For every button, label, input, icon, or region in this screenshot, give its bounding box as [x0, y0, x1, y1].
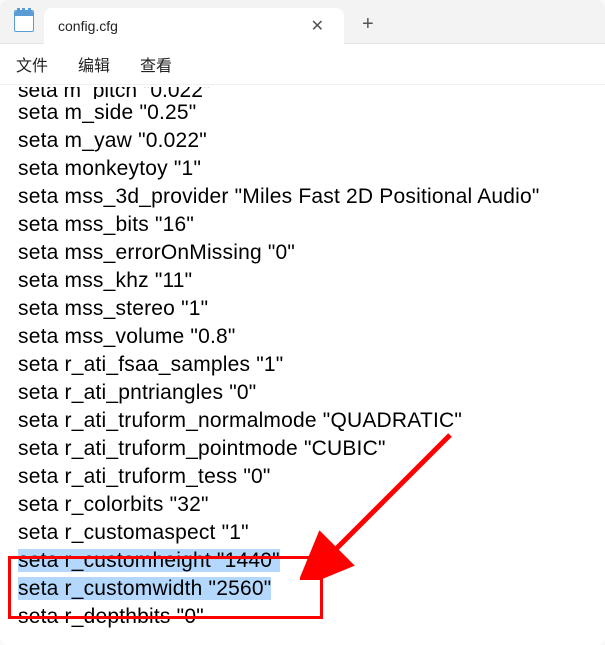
config-line: seta mss_stereo "1": [18, 295, 587, 323]
watermark-icon: [537, 618, 551, 632]
config-line: seta r_ati_truform_pointmode "CUBIC": [18, 435, 587, 463]
config-line: seta mss_errorOnMissing "0": [18, 239, 587, 267]
config-line-highlighted: seta r_customheight "1440": [18, 547, 587, 575]
menu-view[interactable]: 查看: [140, 52, 172, 76]
config-line-highlighted: seta r_customwidth "2560": [18, 575, 587, 603]
config-line: seta r_ati_truform_tess "0": [18, 463, 587, 491]
config-line: seta r_colorbits "32": [18, 491, 587, 519]
editor-window: config.cfg ✕ + 文件 编辑 查看 seta m_pitch "0.…: [0, 0, 605, 645]
tab-bar: config.cfg ✕ +: [0, 0, 605, 44]
new-tab-button[interactable]: +: [344, 13, 392, 36]
watermark-text: 小黑盒: [555, 616, 591, 633]
menu-bar: 文件 编辑 查看: [0, 44, 605, 85]
config-line: seta monkeytoy "1": [18, 155, 587, 183]
watermark: 小黑盒: [537, 616, 591, 633]
config-line: seta mss_khz "11": [18, 267, 587, 295]
config-line: seta mss_bits "16": [18, 211, 587, 239]
config-line: seta r_customaspect "1": [18, 519, 587, 547]
config-line: seta mss_3d_provider "Miles Fast 2D Posi…: [18, 183, 587, 211]
config-line: seta m_yaw "0.022": [18, 127, 587, 155]
notepad-app-icon: [14, 10, 34, 34]
config-line: seta r_ati_fsaa_samples "1": [18, 351, 587, 379]
close-tab-icon[interactable]: ✕: [305, 14, 330, 38]
config-line: seta mss_volume "0.8": [18, 323, 587, 351]
config-line: seta m_side "0.25": [18, 99, 587, 127]
tab-title: config.cfg: [58, 18, 305, 34]
menu-file[interactable]: 文件: [16, 52, 48, 76]
config-line: seta r_ati_truform_normalmode "QUADRATIC…: [18, 407, 587, 435]
config-line: seta r_depthbits "0": [18, 603, 587, 631]
file-tab[interactable]: config.cfg ✕: [44, 8, 344, 44]
config-line-partial: seta m_pitch "0.022": [18, 87, 587, 99]
menu-edit[interactable]: 编辑: [78, 52, 110, 76]
editor-content[interactable]: seta m_pitch "0.022" seta m_side "0.25" …: [0, 85, 605, 639]
config-line: seta r_ati_pntriangles "0": [18, 379, 587, 407]
